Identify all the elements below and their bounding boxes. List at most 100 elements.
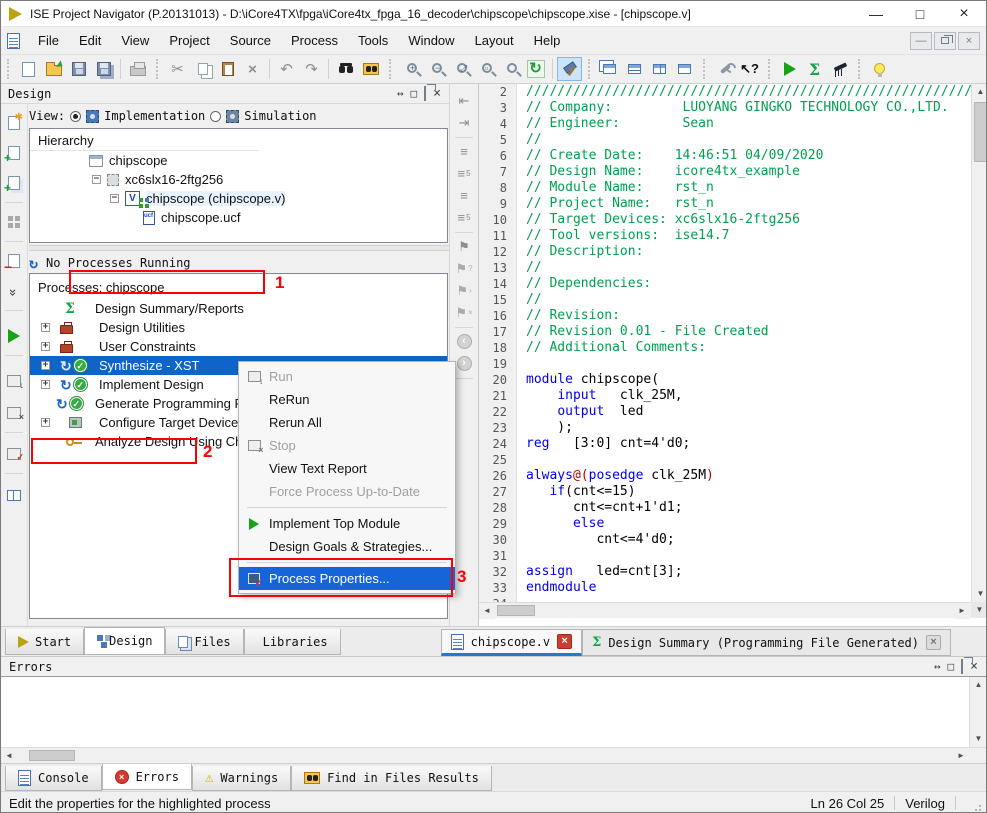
context-help-button[interactable]: ↖? <box>737 57 762 81</box>
code-line[interactable]: 28 cnt<=cnt+1'd1; <box>479 500 971 516</box>
menu-item-tools[interactable]: Tools <box>348 33 398 48</box>
tile-vertical-button[interactable] <box>647 57 672 81</box>
collapse-button[interactable]: » <box>3 280 25 302</box>
zoom-full-button[interactable]: ⤢ <box>448 57 473 81</box>
remove-source-button[interactable]: − <box>3 250 25 272</box>
goto-prev-button[interactable]: ⇤ <box>454 92 474 109</box>
menu-item-view[interactable]: View <box>111 33 159 48</box>
cut-button[interactable]: ✂ <box>165 57 190 81</box>
indent-lines-button[interactable]: ≡ <box>454 187 474 204</box>
print-button[interactable] <box>125 57 150 81</box>
panel-float-icon[interactable] <box>424 87 426 100</box>
implementation-radio[interactable] <box>70 111 81 122</box>
code-line[interactable]: 18// Additional Comments: <box>479 340 971 356</box>
tab-files[interactable]: Files <box>165 629 243 655</box>
code-line[interactable]: 6// Create Date: 14:46:51 04/09/2020 <box>479 148 971 164</box>
zoom-out-button[interactable]: − <box>423 57 448 81</box>
editor-tab-design[interactable]: ΣDesign Summary (Programming File Genera… <box>582 629 951 656</box>
tab-libraries[interactable]: Libraries <box>244 629 341 655</box>
analyzer-button[interactable] <box>827 57 852 81</box>
menu-item-source[interactable]: Source <box>220 33 281 48</box>
paste-button[interactable] <box>215 57 240 81</box>
code-line[interactable]: 32assign led=cnt[3]; <box>479 564 971 580</box>
smartxplorer-button[interactable] <box>557 57 582 81</box>
tab-close-icon[interactable]: × <box>557 634 572 649</box>
settings-button[interactable] <box>712 57 737 81</box>
maximize-button[interactable]: □ <box>898 1 942 26</box>
code-line[interactable]: 26always@(posedge clk_25M) <box>479 468 971 484</box>
code-line[interactable]: 23 ); <box>479 420 971 436</box>
code-line[interactable]: 5// <box>479 132 971 148</box>
process-item[interactable]: +Design Utilities <box>30 318 447 337</box>
errors-scroll-down[interactable]: ▼ <box>970 731 987 747</box>
code-line[interactable]: 13// <box>479 260 971 276</box>
add-source-button[interactable]: + <box>3 142 25 164</box>
hierarchy-item[interactable]: chipscope.ucf <box>30 208 447 227</box>
indent-numbers-button[interactable]: ≡5 <box>454 209 474 226</box>
code-line[interactable]: 17// Revision 0.01 - File Created <box>479 324 971 340</box>
zoom-in-button[interactable]: + <box>398 57 423 81</box>
tree-expander-icon[interactable]: + <box>41 361 50 370</box>
errors-vertical-scrollbar[interactable]: ▲ ▼ <box>969 677 986 747</box>
hierarchy-item[interactable]: chipscope <box>30 151 447 170</box>
errors-scroll-left[interactable]: ◄ <box>1 748 17 764</box>
horizontal-scroll-thumb[interactable] <box>497 605 535 616</box>
tab-close-icon[interactable]: × <box>926 635 941 650</box>
context-menu-item-rerun-all[interactable]: Rerun All <box>239 411 455 434</box>
code-line[interactable]: 12// Description: <box>479 244 971 260</box>
find-button[interactable] <box>333 57 358 81</box>
mdi-minimize-button[interactable]: — <box>910 32 932 50</box>
console-tab-find-in-files-results[interactable]: Find in Files Results <box>291 766 492 791</box>
toggle-bookmark-button[interactable]: ⚑ <box>454 238 474 255</box>
code-line[interactable]: 25 <box>479 452 971 468</box>
tree-expander-icon[interactable]: − <box>110 194 119 203</box>
context-menu-item-rerun[interactable]: ReRun <box>239 388 455 411</box>
code-line[interactable]: 20module chipscope( <box>479 372 971 388</box>
columns-button[interactable] <box>3 484 25 506</box>
redo-button[interactable]: ↷ <box>299 57 324 81</box>
code-line[interactable]: 27 if(cnt<=15) <box>479 484 971 500</box>
delete-button[interactable]: × <box>240 57 265 81</box>
menu-item-layout[interactable]: Layout <box>465 33 524 48</box>
tree-expander-icon[interactable]: + <box>41 418 50 427</box>
panel-maximize-icon[interactable]: □ <box>411 87 418 100</box>
errors-scroll-right[interactable]: ► <box>953 748 969 764</box>
menu-item-file[interactable]: File <box>28 33 69 48</box>
scroll-down-arrow[interactable]: ▼ <box>972 586 987 602</box>
context-menu-item-run[interactable]: ↓Run <box>239 365 455 388</box>
new-file-button[interactable] <box>16 57 41 81</box>
hierarchy-item[interactable]: −Vchipscope (chipscope.v) <box>30 189 447 208</box>
errors-float-icon[interactable] <box>961 660 963 673</box>
zoom-box-button[interactable]: ▫ <box>473 57 498 81</box>
next-bookmark-button[interactable]: ⚑› <box>454 282 474 299</box>
process-item[interactable]: ΣDesign Summary/Reports <box>30 299 447 318</box>
context-menu-item-stop[interactable]: ×Stop <box>239 434 455 457</box>
errors-maximize-icon[interactable]: □ <box>948 660 955 673</box>
tree-expander-icon[interactable]: + <box>41 380 50 389</box>
code-line[interactable]: 10// Target Devices: xc6slx16-2ftg256 <box>479 212 971 228</box>
find-in-files-button[interactable] <box>358 57 383 81</box>
code-line[interactable]: 30 cnt<=4'd0; <box>479 532 971 548</box>
new-source-button[interactable]: ✱ <box>3 112 25 134</box>
code-line[interactable]: 3// Company: LUOYANG GINGKO TECHNOLOGY C… <box>479 100 971 116</box>
stop-process-button[interactable]: × <box>3 402 25 424</box>
code-line[interactable]: 16// Revision: <box>479 308 971 324</box>
code-line[interactable]: 33endmodule <box>479 580 971 596</box>
run-process-button[interactable] <box>3 325 25 347</box>
scroll-up-arrow[interactable]: ▲ <box>972 84 987 100</box>
code-line[interactable]: 22 output led <box>479 404 971 420</box>
menu-item-window[interactable]: Window <box>398 33 464 48</box>
mdi-close-button[interactable]: × <box>958 32 980 50</box>
errors-scroll-up[interactable]: ▲ <box>970 677 987 693</box>
context-menu-item-view-text-report[interactable]: View Text Report <box>239 457 455 480</box>
vertical-scroll-thumb[interactable] <box>974 102 987 162</box>
hierarchy-item[interactable]: −xc6slx16-2ftg256 <box>30 170 447 189</box>
process-check-button[interactable]: ✓ <box>3 443 25 465</box>
copy-button[interactable] <box>190 57 215 81</box>
tree-expander-icon[interactable]: + <box>41 323 50 332</box>
editor-tab-chipscope.v[interactable]: chipscope.v× <box>441 629 582 656</box>
code-line[interactable]: 4// Engineer: Sean <box>479 116 971 132</box>
context-menu-item-implement-top-module[interactable]: Implement Top Module <box>239 512 455 535</box>
design-summary-button[interactable]: Σ <box>802 57 827 81</box>
tab-start[interactable]: Start <box>5 629 84 655</box>
